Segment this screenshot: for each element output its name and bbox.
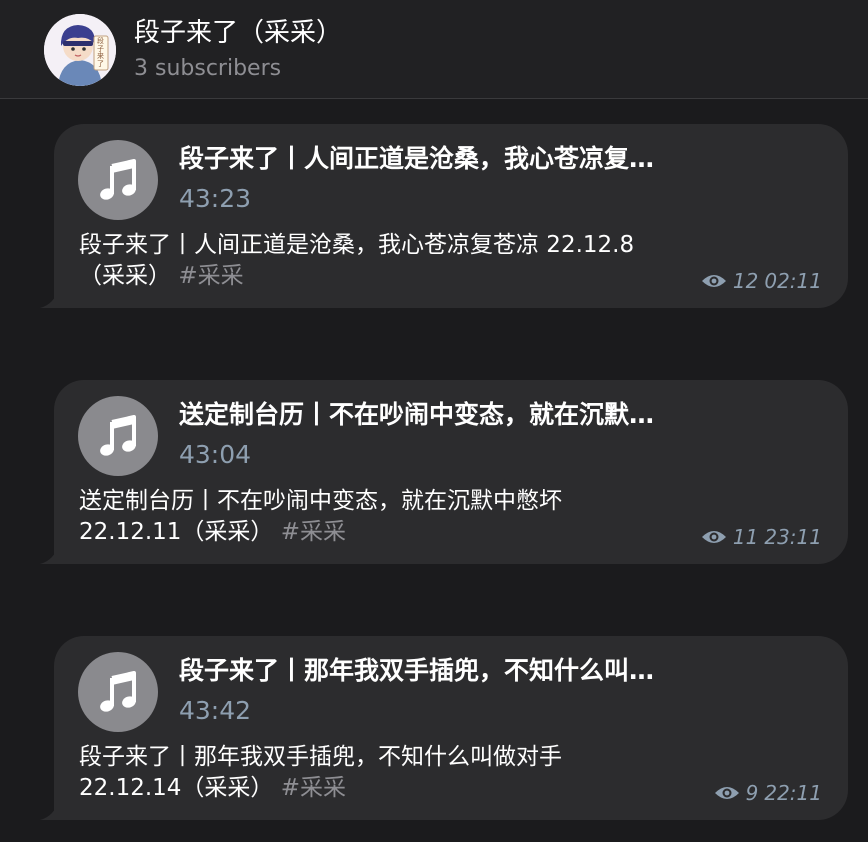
message-caption: 段子来了丨人间正道是沧桑，我心苍凉复苍凉 22.12.8 （采采） #采采: [79, 230, 719, 292]
hashtag-link[interactable]: #采采: [281, 519, 346, 545]
avatar-logo-text: 段子来了: [97, 37, 104, 68]
audio-title: 送定制台历丨不在吵闹中变态，就在沉默…: [179, 400, 655, 429]
message-caption: 段子来了丨那年我双手插兜，不知什么叫做对手 22.12.14（采采） #采采: [79, 742, 719, 804]
play-audio-button[interactable]: [78, 140, 158, 220]
audio-title: 段子来了丨那年我双手插兜，不知什么叫…: [179, 656, 655, 685]
bubble-tail: [40, 798, 62, 820]
caption-line: 送定制台历丨不在吵闹中变态，就在沉默中憋坏: [79, 488, 562, 514]
bubble-tail: [40, 286, 62, 308]
audio-message[interactable]: 送定制台历丨不在吵闹中变态，就在沉默… 43:04 送定制台历丨不在吵闹中变态，…: [40, 380, 848, 564]
audio-duration: 43:04: [179, 440, 252, 469]
caption-text: 22.12.14（采采）: [79, 775, 274, 801]
audio-duration: 43:42: [179, 696, 252, 725]
caption-line: 段子来了丨那年我双手插兜，不知什么叫做对手: [79, 744, 562, 770]
view-count: 12: [732, 269, 759, 293]
bubble-tail: [40, 542, 62, 564]
caption-line-with-hashtag: 22.12.14（采采） #采采: [79, 773, 719, 804]
message-caption: 送定制台历丨不在吵闹中变态，就在沉默中憋坏 22.12.11（采采） #采采: [79, 486, 719, 548]
view-count: 9: [745, 781, 759, 805]
caption-line-with-hashtag: （采采） #采采: [79, 261, 719, 292]
music-note-icon: [100, 159, 136, 200]
channel-header: 段子来了 段子来了（采采） 3 subscribers: [0, 0, 868, 99]
eye-icon: [701, 275, 726, 287]
message-time: 23:11: [764, 525, 822, 549]
play-audio-button[interactable]: [78, 396, 158, 476]
eye-icon: [714, 787, 739, 799]
caption-line: 段子来了丨人间正道是沧桑，我心苍凉复苍凉 22.12.8: [79, 232, 635, 258]
audio-duration: 43:23: [179, 184, 252, 213]
message-meta: 12 02:11: [701, 268, 822, 294]
message-meta: 9 22:11: [714, 780, 822, 806]
music-note-icon: [100, 415, 136, 456]
view-count: 11: [732, 525, 759, 549]
audio-message[interactable]: 段子来了丨那年我双手插兜，不知什么叫… 43:42 段子来了丨那年我双手插兜，不…: [40, 636, 848, 820]
caption-text: （采采）: [79, 263, 171, 289]
caption-text: 22.12.11（采采）: [79, 519, 274, 545]
message-time: 22:11: [764, 781, 822, 805]
subscriber-count: 3 subscribers: [134, 56, 282, 81]
hashtag-link[interactable]: #采采: [178, 263, 243, 289]
eye-icon: [701, 531, 726, 543]
message-meta: 11 23:11: [701, 524, 822, 550]
hashtag-link[interactable]: #采采: [281, 775, 346, 801]
message-time: 02:11: [764, 269, 822, 293]
music-note-icon: [100, 671, 136, 712]
audio-title: 段子来了丨人间正道是沧桑，我心苍凉复…: [179, 144, 655, 173]
play-audio-button[interactable]: [78, 652, 158, 732]
channel-title[interactable]: 段子来了（采采）: [134, 16, 342, 50]
audio-message[interactable]: 段子来了丨人间正道是沧桑，我心苍凉复… 43:23 段子来了丨人间正道是沧桑，我…: [40, 124, 848, 308]
channel-avatar[interactable]: 段子来了: [44, 14, 116, 86]
caption-line-with-hashtag: 22.12.11（采采） #采采: [79, 517, 719, 548]
